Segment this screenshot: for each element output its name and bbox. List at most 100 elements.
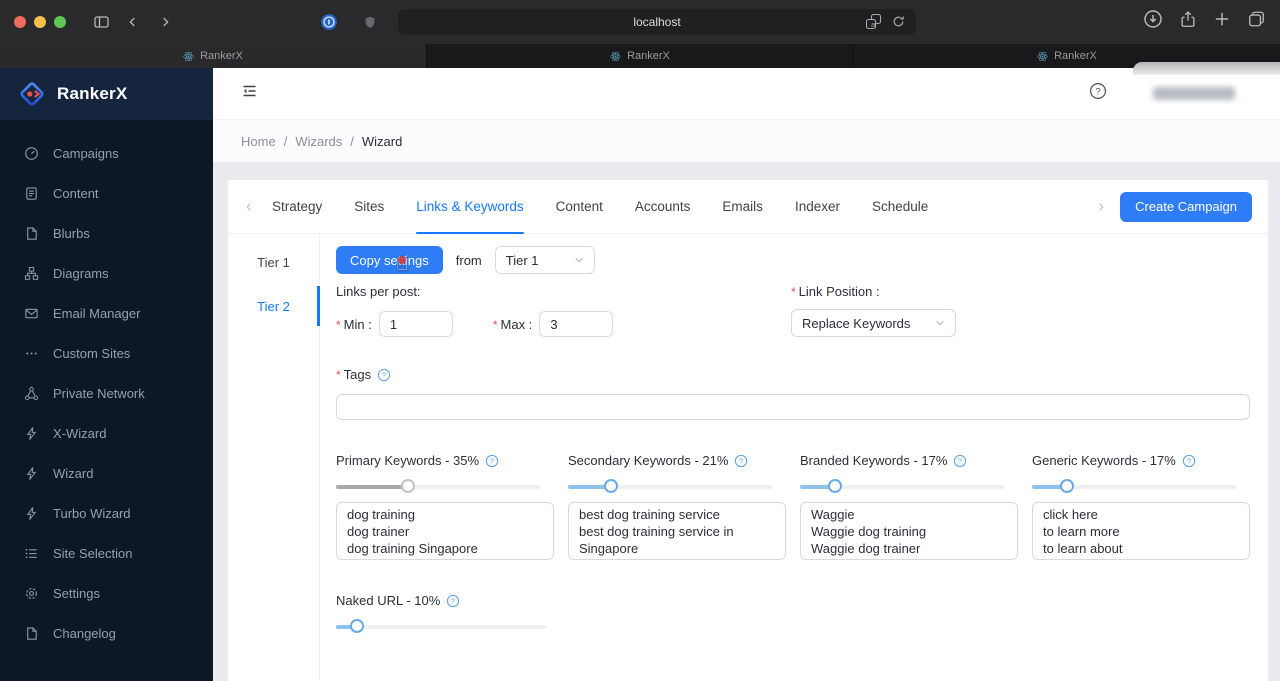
minimize-button[interactable] (34, 16, 46, 28)
breadcrumb-item-wizards[interactable]: Wizards (295, 134, 342, 149)
translate-icon[interactable]: a (865, 13, 882, 33)
slider-handle[interactable] (827, 479, 842, 493)
naked-url-slider[interactable] (336, 614, 546, 640)
help-circle-icon[interactable]: ? (734, 454, 748, 468)
keyword-group-label: Branded Keywords - 17% (800, 453, 948, 468)
shield-icon[interactable] (357, 9, 383, 35)
slider-handle[interactable] (400, 479, 415, 493)
copy-settings-button[interactable]: Copy settings ☝ (336, 246, 443, 275)
browser-tab-label: RankerX (627, 50, 670, 62)
tab-indexer[interactable]: Indexer (795, 180, 840, 233)
traffic-lights (14, 16, 66, 28)
keywords-textarea[interactable]: click here to learn more to learn about (1032, 502, 1250, 560)
svg-text:?: ? (451, 598, 455, 605)
keyword-percent-slider[interactable] (568, 474, 773, 500)
create-campaign-button[interactable]: Create Campaign (1120, 191, 1252, 222)
breadcrumb-item-home[interactable]: Home (241, 134, 276, 149)
zoom-button[interactable] (54, 16, 66, 28)
sidebar: RankerX Campaigns Content Blurbs Diagram… (0, 68, 213, 681)
address-bar[interactable]: localhost a (398, 9, 916, 35)
tags-label: * Tags (336, 367, 372, 382)
dashboard-icon (25, 146, 38, 160)
org-chart-icon (24, 266, 39, 280)
sidebar-item-diagrams[interactable]: Diagrams (0, 253, 213, 293)
downloads-icon[interactable] (1143, 9, 1163, 34)
app-header: ? (213, 68, 1280, 120)
help-circle-icon[interactable]: ? (953, 454, 967, 468)
bolt-icon (26, 426, 37, 440)
tab-overview-icon[interactable] (1247, 10, 1266, 33)
close-button[interactable] (14, 16, 26, 28)
rankerx-favicon (183, 51, 194, 61)
svg-text:?: ? (958, 458, 962, 465)
svg-text:?: ? (739, 458, 743, 465)
browser-chrome: localhost a (0, 0, 1280, 44)
app-logo[interactable]: RankerX (0, 68, 213, 120)
tab-emails[interactable]: Emails (722, 180, 763, 233)
keyword-percent-slider[interactable] (336, 474, 541, 500)
tags-input[interactable] (336, 394, 1250, 420)
tab-strategy[interactable]: Strategy (272, 180, 322, 233)
tab-links-keywords[interactable]: Links & Keywords (416, 180, 524, 234)
help-icon[interactable]: ? (1089, 82, 1107, 105)
breadcrumb-separator: / (350, 133, 354, 149)
tier-source-select[interactable]: Tier 1 (494, 246, 595, 274)
sidebar-item-content[interactable]: Content (0, 173, 213, 213)
help-circle-icon[interactable]: ? (446, 594, 460, 608)
sidebar-item-blurbs[interactable]: Blurbs (0, 213, 213, 253)
sidebar-item-email-manager[interactable]: Email Manager (0, 293, 213, 333)
keywords-textarea[interactable]: best dog training service best dog train… (568, 502, 786, 560)
tier-source-value: Tier 1 (505, 252, 539, 268)
browser-tab-2[interactable]: RankerX (427, 44, 854, 68)
keyword-group-label: Secondary Keywords - 21% (568, 453, 729, 468)
slider-handle[interactable] (604, 479, 619, 493)
max-input[interactable] (539, 311, 614, 337)
address-bar-url: localhost (633, 15, 681, 29)
wizard-tab-bar: Strategy Sites Links & Keywords Content … (228, 180, 1268, 234)
sidebar-item-x-wizard[interactable]: X-Wizard (0, 413, 213, 453)
sidebar-toggle-icon[interactable] (88, 9, 114, 35)
svg-text:?: ? (1187, 458, 1191, 465)
sidebar-item-turbo-wizard[interactable]: Turbo Wizard (0, 493, 213, 533)
breadcrumb: Home / Wizards / Wizard (213, 120, 1280, 162)
link-position-select[interactable]: Replace Keywords (791, 309, 956, 337)
keyword-percent-slider[interactable] (800, 474, 1005, 500)
help-circle-icon[interactable]: ? (1182, 454, 1196, 468)
reload-icon[interactable] (891, 14, 906, 32)
envelope-icon (25, 308, 38, 318)
tier-tab-2[interactable]: Tier 2 (228, 284, 320, 328)
network-icon (24, 386, 39, 400)
menu-fold-icon[interactable] (241, 83, 258, 104)
tab-schedule[interactable]: Schedule (872, 180, 928, 233)
tab-content[interactable]: Content (556, 180, 603, 233)
new-tab-icon[interactable] (1213, 10, 1231, 33)
keyword-percent-slider[interactable] (1032, 474, 1237, 500)
keywords-textarea[interactable]: Waggie Waggie dog training Waggie dog tr… (800, 502, 1018, 560)
help-circle-icon[interactable]: ? (377, 368, 391, 382)
tab-sites[interactable]: Sites (354, 180, 384, 233)
from-label: from (455, 252, 482, 268)
browser-tab-1[interactable]: RankerX (0, 44, 427, 68)
keywords-textarea[interactable]: dog training dog trainer dog training Si… (336, 502, 554, 560)
onepassword-icon[interactable] (316, 9, 342, 35)
slider-handle[interactable] (1059, 479, 1074, 493)
back-icon[interactable] (120, 9, 146, 35)
sidebar-item-settings[interactable]: Settings (0, 573, 213, 613)
sidebar-item-changelog[interactable]: Changelog (0, 613, 213, 653)
tabs-scroll-right-icon[interactable] (1096, 202, 1106, 212)
sidebar-item-site-selection[interactable]: Site Selection (0, 533, 213, 573)
tier-tab-1[interactable]: Tier 1 (228, 240, 319, 284)
tabs-scroll-left-icon[interactable] (244, 202, 254, 212)
min-input[interactable] (378, 311, 453, 337)
tab-accounts[interactable]: Accounts (635, 180, 691, 233)
slider-handle[interactable] (349, 619, 364, 633)
sidebar-item-private-network[interactable]: Private Network (0, 373, 213, 413)
sidebar-item-campaigns[interactable]: Campaigns (0, 133, 213, 173)
svg-text:?: ? (1095, 86, 1100, 97)
sidebar-item-custom-sites[interactable]: Custom Sites (0, 333, 213, 373)
forward-icon[interactable] (152, 9, 178, 35)
help-circle-icon[interactable]: ? (485, 454, 499, 468)
required-asterisk: * (791, 285, 796, 299)
sidebar-item-wizard[interactable]: Wizard (0, 453, 213, 493)
share-icon[interactable] (1179, 10, 1197, 34)
